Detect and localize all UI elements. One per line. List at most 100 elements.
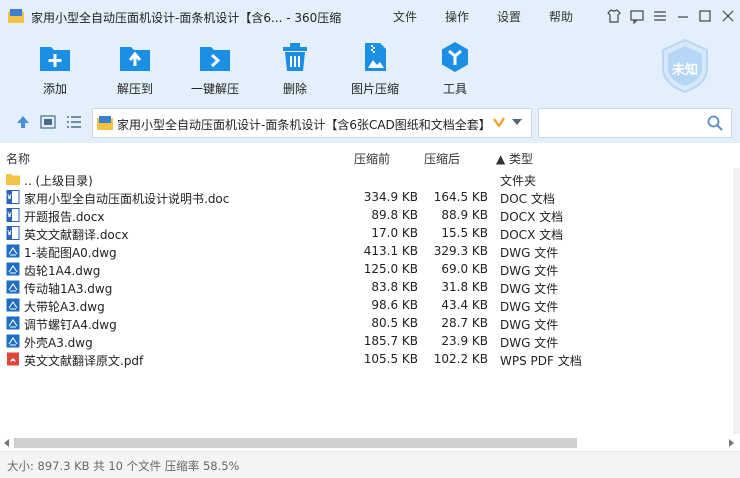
file-row[interactable]: 大带轮A3.dwg 98.6 KB 43.4 KB DWG 文件 (0, 296, 740, 314)
up-arrow-icon[interactable] (15, 114, 31, 130)
security-badge-label: 未知 (671, 63, 698, 78)
dwg-file-icon (6, 298, 20, 312)
file-type: DOCX 文档 (500, 228, 564, 242)
close-icon[interactable] (720, 8, 736, 24)
file-type: DWG 文件 (500, 318, 559, 332)
file-type: DOC 文档 (500, 192, 555, 206)
chevron-down-icon[interactable] (511, 117, 523, 127)
menu-settings[interactable]: 设置 (497, 8, 521, 25)
archive-icon (97, 116, 113, 130)
file-size-after: 102.2 KB (433, 352, 488, 366)
app-logo-icon (8, 9, 24, 23)
column-compressed-before[interactable]: 压缩前 (354, 150, 390, 167)
file-row[interactable]: 调节螺钉A4.dwg 80.5 KB 28.7 KB DWG 文件 (0, 314, 740, 332)
path-text: 家用小型全自动压面机设计-面条机设计【含6张CAD图纸和文档全套】 (117, 118, 491, 132)
horizontal-scrollbar[interactable] (0, 435, 740, 451)
file-name: 家用小型全自动压面机设计说明书.doc (24, 192, 230, 206)
file-type: DWG 文件 (500, 282, 559, 296)
file-size-after: 15.5 KB (441, 226, 488, 240)
image-compress-button[interactable]: 图片压缩 (340, 35, 410, 99)
file-name: 外壳A3.dwg (24, 336, 93, 350)
file-row[interactable]: 传动轴1A3.dwg 83.8 KB 31.8 KB DWG 文件 (0, 278, 740, 296)
tools-icon (442, 42, 468, 72)
file-row[interactable]: 开题报告.docx 89.8 KB 88.9 KB DOCX 文档 (0, 206, 740, 224)
file-row[interactable]: 齿轮1A4.dwg 125.0 KB 69.0 KB DWG 文件 (0, 260, 740, 278)
file-type: DWG 文件 (500, 264, 559, 278)
column-header: 名称 压缩前 压缩后 ▲ 类型 (0, 148, 740, 168)
file-size-before: 334.9 KB (363, 190, 418, 204)
dwg-file-icon (6, 244, 20, 258)
file-size-before: 17.0 KB (371, 226, 418, 240)
window-title: 家用小型全自动压面机设计-面条机设计【含6... - 360压缩 (31, 11, 342, 25)
file-size-after: 88.9 KB (441, 208, 488, 222)
check-icon (493, 117, 505, 127)
file-row[interactable]: 外壳A3.dwg 185.7 KB 23.9 KB DWG 文件 (0, 332, 740, 350)
extract-to-icon (120, 47, 150, 71)
folder-icon (6, 174, 20, 185)
file-name: 调节螺钉A4.dwg (24, 318, 117, 332)
scroll-thumb[interactable] (14, 438, 577, 448)
dwg-file-icon (6, 316, 20, 330)
column-name[interactable]: 名称 (6, 150, 30, 167)
word-doc-icon (6, 208, 20, 222)
minimize-icon[interactable] (675, 8, 691, 24)
column-type[interactable]: ▲ 类型 (496, 150, 533, 167)
file-size-before: 89.8 KB (371, 208, 418, 222)
word-doc-icon (6, 190, 20, 204)
menu-icon[interactable] (652, 8, 668, 24)
dwg-file-icon (6, 280, 20, 294)
feedback-icon[interactable] (629, 8, 645, 24)
file-row[interactable]: .. (上级目录) 文件夹 (0, 170, 740, 188)
file-size-before: 185.7 KB (363, 334, 418, 348)
image-compress-icon (365, 43, 386, 71)
file-size-after: 69.0 KB (441, 262, 488, 276)
file-name: 英文文献翻译原文.pdf (24, 354, 144, 368)
add-icon (40, 47, 70, 71)
file-name: .. (上级目录) (24, 174, 93, 188)
menu-file[interactable]: 文件 (393, 8, 417, 25)
file-size-after: 329.3 KB (433, 244, 488, 258)
add-button[interactable]: 添加 (20, 35, 90, 99)
menu-help[interactable]: 帮助 (549, 8, 573, 25)
skin-icon[interactable] (606, 8, 622, 24)
path-field[interactable]: 家用小型全自动压面机设计-面条机设计【含6张CAD图纸和文档全套】 (92, 108, 532, 138)
extract-to-button[interactable]: 解压到 (100, 35, 170, 99)
word-doc-icon (6, 226, 20, 240)
file-name: 开题报告.docx (24, 210, 105, 224)
scroll-right-icon[interactable] (726, 438, 736, 448)
file-size-before: 83.8 KB (371, 280, 418, 294)
dwg-file-icon (6, 334, 20, 348)
file-type: 文件夹 (500, 174, 537, 188)
delete-button[interactable]: 删除 (260, 35, 330, 99)
file-size-before: 125.0 KB (363, 262, 418, 276)
menu-operation[interactable]: 操作 (445, 8, 469, 25)
file-size-before: 105.5 KB (363, 352, 418, 366)
list-view-icon[interactable] (66, 114, 82, 130)
security-badge[interactable]: 未知 (659, 38, 711, 94)
file-type: WPS PDF 文档 (500, 354, 582, 368)
maximize-icon[interactable] (697, 8, 713, 24)
file-size-after: 31.8 KB (441, 280, 488, 294)
file-size-after: 28.7 KB (441, 316, 488, 330)
file-row[interactable]: 英文文献翻译.docx 17.0 KB 15.5 KB DOCX 文档 (0, 224, 740, 242)
column-compressed-after[interactable]: 压缩后 (424, 150, 460, 167)
file-size-before: 413.1 KB (363, 244, 418, 258)
file-size-after: 43.4 KB (441, 298, 488, 312)
status-bar: 大小: 897.3 KB 共 10 个文件 压缩率 58.5% (0, 451, 740, 478)
one-click-extract-button[interactable]: 一键解压 (180, 35, 250, 99)
thumbnail-view-icon[interactable] (40, 114, 56, 130)
file-type: DWG 文件 (500, 336, 559, 350)
file-row[interactable]: 家用小型全自动压面机设计说明书.doc 334.9 KB 164.5 KB DOC 文… (0, 188, 740, 206)
file-size-after: 23.9 KB (441, 334, 488, 348)
file-type: DWG 文件 (500, 300, 559, 314)
search-input[interactable] (538, 108, 732, 138)
status-text: 大小: 897.3 KB 共 10 个文件 压缩率 58.5% (7, 459, 240, 473)
file-row[interactable]: 1-装配图A0.dwg 413.1 KB 329.3 KB DWG 文件 (0, 242, 740, 260)
tools-button[interactable]: 工具 (420, 35, 490, 99)
pdf-file-icon (7, 352, 19, 366)
scroll-left-icon[interactable] (2, 438, 12, 448)
search-icon[interactable] (707, 115, 723, 131)
file-size-before: 98.6 KB (371, 298, 418, 312)
vertical-scrollbar[interactable] (733, 168, 740, 434)
file-row[interactable]: 英文文献翻译原文.pdf 105.5 KB 102.2 KB WPS PDF 文档 (0, 350, 740, 368)
